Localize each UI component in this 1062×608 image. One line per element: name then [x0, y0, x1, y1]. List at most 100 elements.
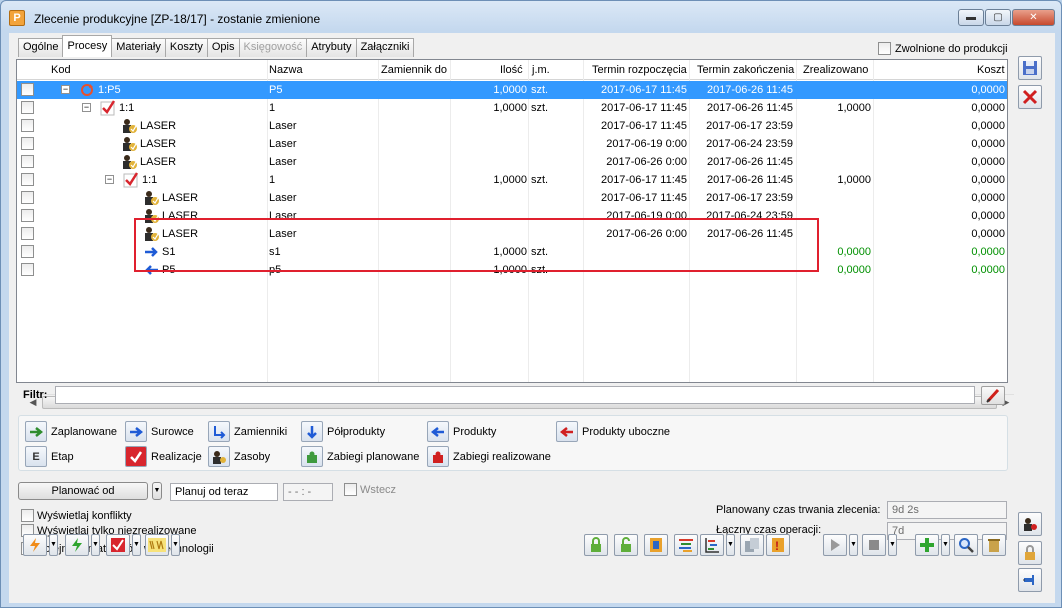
- red-check-icon: [125, 446, 147, 467]
- schedule-button[interactable]: [700, 534, 724, 556]
- planowac-dropdown-arrow-icon[interactable]: ▼: [152, 482, 162, 500]
- unlock-button[interactable]: [614, 534, 638, 556]
- application-window: P Zlecenie produkcyjne [ZP-18/17] - zost…: [0, 0, 1062, 608]
- legend-polprodukty: Półprodukty: [301, 421, 385, 442]
- play-dropdown[interactable]: ▼: [849, 534, 858, 556]
- tab-ksiegowosc: Księgowość: [238, 38, 308, 57]
- col-nazwa[interactable]: Nazwa: [269, 64, 303, 76]
- legend-zaplanowane: Zaplanowane: [25, 421, 117, 442]
- col-zamiennik[interactable]: Zamiennik do: [381, 64, 447, 76]
- filter-input[interactable]: [55, 386, 975, 404]
- schedule-dropdown[interactable]: ▼: [726, 534, 735, 556]
- pin-side-button[interactable]: [1018, 568, 1042, 592]
- col-zrealizowano[interactable]: Zrealizowano: [803, 64, 868, 76]
- tab-materialy[interactable]: Materiały: [111, 38, 166, 57]
- table-row[interactable]: LASER Laser 2017-06-19 0:00 2017-06-24 23:5…: [17, 135, 1007, 153]
- row-checkbox[interactable]: [21, 245, 34, 258]
- close-button[interactable]: ✕: [1012, 9, 1055, 26]
- lock-side-button[interactable]: [1018, 541, 1042, 565]
- cell-koszt: 0,0000: [971, 84, 1005, 96]
- planowany-czas-field: 9d 2s: [887, 501, 1007, 519]
- row-checkbox[interactable]: [21, 173, 34, 186]
- realizacja-button[interactable]: [106, 534, 130, 556]
- tab-opis[interactable]: Opis: [206, 38, 240, 57]
- col-koszt[interactable]: Koszt: [977, 64, 1005, 76]
- tree-collapse-toggle[interactable]: −: [61, 85, 70, 94]
- row-checkbox[interactable]: [21, 101, 34, 114]
- checkbox[interactable]: [21, 509, 34, 522]
- row-checkbox[interactable]: [21, 227, 34, 240]
- tab-atrybuty[interactable]: Atrybuty: [306, 38, 357, 57]
- zwolnione-checkbox[interactable]: Zwolnione do produkcji: [878, 42, 1008, 55]
- cell-end: 2017-06-26 11:45: [706, 84, 793, 96]
- add-button[interactable]: [915, 534, 939, 556]
- play-button[interactable]: [823, 534, 847, 556]
- legend-produkty: Produkty: [427, 421, 496, 442]
- col-kod[interactable]: Kod: [51, 64, 71, 76]
- table-row[interactable]: LASER Laser 2017-06-17 11:45 2017-06-17 23:…: [17, 189, 1007, 207]
- col-start[interactable]: Termin rozpoczęcia: [592, 64, 687, 76]
- rw-dropdown[interactable]: ▼: [171, 534, 180, 556]
- tab-zalaczniki[interactable]: Załączniki: [355, 38, 415, 57]
- col-ilosc[interactable]: Ilość: [500, 64, 523, 76]
- lightning-green-button[interactable]: [65, 534, 89, 556]
- checkbox[interactable]: [878, 42, 891, 55]
- document-route-button[interactable]: [644, 534, 668, 556]
- col-end[interactable]: Termin zakończenia: [697, 64, 794, 76]
- col-jm[interactable]: j.m.: [532, 64, 550, 76]
- green-puzzle-icon: [301, 446, 323, 467]
- stop-button[interactable]: [862, 534, 886, 556]
- table-row[interactable]: LASER Laser 2017-06-17 11:45 2017-06-17 23:…: [17, 117, 1007, 135]
- cancel-button[interactable]: [1018, 85, 1042, 109]
- tree-collapse-toggle[interactable]: −: [82, 103, 91, 112]
- lightning-green-dropdown[interactable]: ▼: [91, 534, 100, 556]
- table-row[interactable]: − 1:P5 P5 1,0000 szt. 2017-06-17 11:45 2017-06…: [17, 81, 1007, 99]
- annotation-highlight-box: [134, 218, 819, 272]
- copy-button[interactable]: [740, 534, 764, 556]
- tab-ogolne[interactable]: Ogólne: [18, 38, 64, 57]
- maximize-button[interactable]: ▢: [985, 9, 1011, 26]
- lock-button[interactable]: [584, 534, 608, 556]
- row-checkbox[interactable]: [21, 263, 34, 276]
- cell-koszt: 0,0000: [971, 264, 1005, 276]
- tab-procesy[interactable]: Procesy: [62, 35, 113, 57]
- cell-ilosc: 1,0000: [493, 174, 527, 186]
- planuj-input[interactable]: Planuj od teraz: [170, 483, 278, 501]
- delete-button[interactable]: [982, 534, 1006, 556]
- table-row[interactable]: − 1:1 1 1,0000 szt. 2017-06-17 11:45 2017-06-2…: [17, 99, 1007, 117]
- worker-icon: [208, 446, 230, 467]
- konflikty-checkbox[interactable]: Wyświetlaj konflikty: [21, 509, 132, 522]
- table-row[interactable]: − 1:1 1 1,0000 szt. 2017-06-17 11:45 2017-06-2…: [17, 171, 1007, 189]
- legend-etap: E Etap: [25, 446, 74, 467]
- minimize-button[interactable]: ▬: [958, 9, 984, 26]
- process-grid[interactable]: Kod Nazwa Zamiennik do Ilość j.m. Termin…: [16, 59, 1014, 409]
- tab-koszty[interactable]: Koszty: [164, 38, 208, 57]
- gantt-button[interactable]: [674, 534, 698, 556]
- alert-document-button[interactable]: !: [766, 534, 790, 556]
- stop-dropdown[interactable]: ▼: [888, 534, 897, 556]
- row-checkbox[interactable]: [21, 191, 34, 204]
- realizacja-dropdown[interactable]: ▼: [132, 534, 141, 556]
- add-dropdown[interactable]: ▼: [941, 534, 950, 556]
- search-button[interactable]: [954, 534, 978, 556]
- table-row[interactable]: LASER Laser 2017-06-26 0:00 2017-06-26 11:4…: [17, 153, 1007, 171]
- save-button[interactable]: [1018, 56, 1042, 80]
- row-checkbox[interactable]: [21, 119, 34, 132]
- lightning-orange-dropdown[interactable]: ▼: [49, 534, 58, 556]
- row-checkbox[interactable]: [21, 155, 34, 168]
- stage-e-icon: E: [25, 446, 47, 467]
- row-checkbox[interactable]: [21, 209, 34, 222]
- row-checkbox[interactable]: [21, 83, 34, 96]
- cell-nazwa: Laser: [269, 120, 297, 132]
- rw-button[interactable]: [145, 534, 169, 556]
- lightning-orange-button[interactable]: [23, 534, 47, 556]
- cell-koszt: 0,0000: [971, 174, 1005, 186]
- tree-collapse-toggle[interactable]: −: [105, 175, 114, 184]
- resources-side-button[interactable]: [1018, 512, 1042, 536]
- planowac-od-button[interactable]: Planować od: [18, 482, 148, 500]
- cell-jm: szt.: [531, 174, 549, 186]
- filter-clear-button[interactable]: [981, 386, 1005, 405]
- row-checkbox[interactable]: [21, 137, 34, 150]
- cell-start: 2017-06-19 0:00: [606, 138, 687, 150]
- time-stepper[interactable]: - - : -: [283, 483, 333, 501]
